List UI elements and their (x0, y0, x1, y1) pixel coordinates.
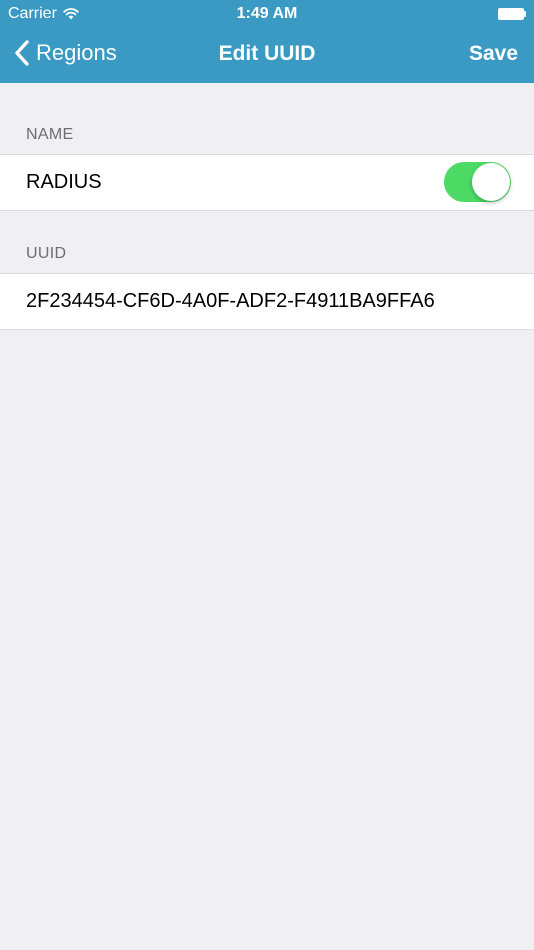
uuid-section-header: UUID (26, 245, 67, 262)
battery-icon (498, 8, 526, 20)
status-bar: Carrier 1:49 AM (0, 0, 534, 28)
page-title: Edit UUID (218, 42, 316, 65)
name-value: RADIUS (26, 171, 102, 193)
uuid-row[interactable]: 2F234454-CF6D-4A0F-ADF2-F4911BA9FFA6 (0, 273, 534, 330)
name-row[interactable]: RADIUS (0, 154, 534, 211)
status-time: 1:49 AM (236, 5, 298, 22)
name-toggle[interactable] (444, 162, 511, 202)
toggle-knob (472, 163, 510, 201)
navigation-bar: Regions Edit UUID Save (0, 28, 534, 83)
app-header: Carrier 1:49 AM Regions Edit UUID Save (0, 0, 534, 83)
name-section-header: NAME (26, 126, 74, 143)
save-button[interactable]: Save (469, 42, 518, 66)
uuid-value: 2F234454-CF6D-4A0F-ADF2-F4911BA9FFA6 (26, 290, 435, 312)
